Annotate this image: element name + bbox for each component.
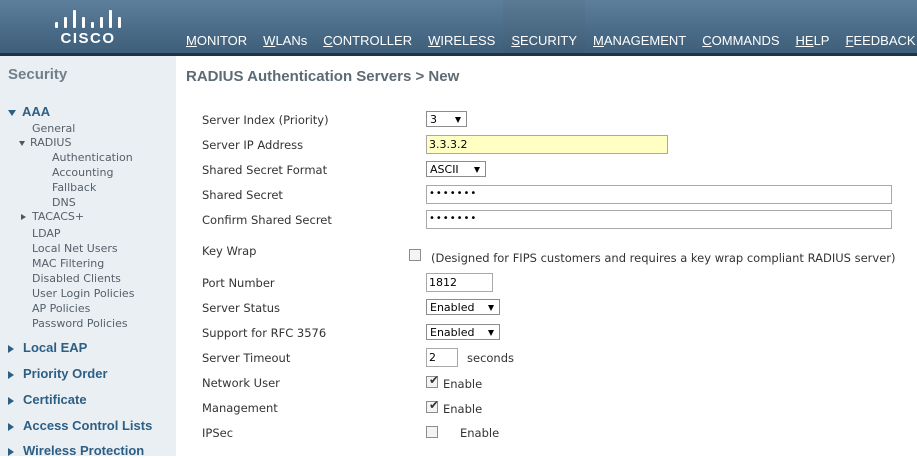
sidebar-item-local-eap[interactable]: Local EAP bbox=[8, 340, 87, 355]
nav-feedback[interactable]: F EEDBACK bbox=[837, 0, 917, 56]
server-index-select[interactable]: 3 bbox=[426, 111, 467, 127]
nav-monitor[interactable]: M ONITOR bbox=[178, 0, 255, 56]
top-nav: M ONITOR W LANs C ONTROLLER W IRELESS S ECURI… bbox=[178, 0, 917, 56]
nav-help[interactable]: HE LP bbox=[788, 0, 838, 56]
key-wrap-note: (Designed for FIPS customers and require… bbox=[431, 251, 896, 265]
dropdown-arrow-icon bbox=[488, 305, 494, 311]
key-wrap-label: Key Wrap bbox=[202, 244, 257, 258]
sidebar-item-priority-order[interactable]: Priority Order bbox=[8, 366, 108, 381]
sidebar-item-general[interactable]: General bbox=[32, 122, 75, 135]
check-icon: ✔ bbox=[429, 373, 440, 387]
dropdown-arrow-icon bbox=[455, 117, 461, 123]
sidebar-item-aaa[interactable]: AAA bbox=[8, 104, 50, 119]
check-icon: ✔ bbox=[429, 398, 440, 412]
ipsec-checkbox[interactable] bbox=[426, 426, 438, 438]
sidebar-item-tacacs[interactable]: TACACS+ bbox=[21, 210, 84, 223]
sidebar-item-mac-filtering[interactable]: MAC Filtering bbox=[32, 257, 104, 270]
sidebar-item-local-net-users[interactable]: Local Net Users bbox=[32, 242, 118, 255]
caret-right-icon bbox=[21, 214, 26, 220]
server-ip-label: Server IP Address bbox=[202, 138, 304, 152]
server-timeout-input[interactable]: 2 bbox=[426, 348, 458, 367]
key-wrap-checkbox[interactable] bbox=[409, 249, 421, 261]
server-status-select[interactable]: Enabled bbox=[426, 299, 500, 315]
server-ip-input[interactable]: 3.3.3.2 bbox=[426, 135, 668, 154]
secret-format-select[interactable]: ASCII bbox=[426, 161, 486, 177]
nav-management[interactable]: M ANAGEMENT bbox=[585, 0, 694, 56]
confirm-secret-input[interactable]: ••••••• bbox=[426, 210, 892, 229]
ipsec-enable-text: Enable bbox=[460, 426, 500, 440]
sidebar-item-certificate[interactable]: Certificate bbox=[8, 392, 87, 407]
network-user-enable-text: Enable bbox=[443, 377, 483, 391]
nav-commands[interactable]: C OMMANDS bbox=[694, 0, 787, 56]
management-checkbox[interactable]: ✔ bbox=[426, 398, 440, 413]
caret-down-icon bbox=[8, 109, 16, 116]
dropdown-arrow-icon bbox=[474, 167, 480, 173]
caret-right-icon bbox=[8, 447, 14, 456]
rfc-3576-label: Support for RFC 3576 bbox=[202, 326, 327, 340]
caret-right-icon bbox=[8, 422, 14, 431]
dropdown-arrow-icon bbox=[488, 330, 494, 336]
sidebar-item-accounting[interactable]: Accounting bbox=[52, 166, 113, 179]
caret-right-icon bbox=[8, 396, 14, 405]
caret-right-icon bbox=[8, 370, 14, 379]
nav-wireless[interactable]: W IRELESS bbox=[420, 0, 503, 56]
page-title: RADIUS Authentication Servers > New bbox=[186, 68, 460, 85]
sidebar-item-password-policies[interactable]: Password Policies bbox=[32, 317, 128, 330]
rfc-3576-select[interactable]: Enabled bbox=[426, 324, 500, 340]
sidebar-item-disabled-clients[interactable]: Disabled Clients bbox=[32, 272, 121, 285]
server-timeout-label: Server Timeout bbox=[202, 351, 291, 365]
network-user-checkbox[interactable]: ✔ bbox=[426, 373, 440, 388]
sidebar-item-ldap[interactable]: LDAP bbox=[32, 227, 61, 240]
top-header: CISCO M ONITOR W LANs C ONTROLLER W IRELESS … bbox=[0, 0, 917, 56]
server-index-label: Server Index (Priority) bbox=[202, 113, 329, 127]
management-enable-text: Enable bbox=[443, 402, 483, 416]
network-user-label: Network User bbox=[202, 376, 280, 390]
cisco-logo: CISCO bbox=[48, 8, 128, 48]
sidebar-item-user-login-policies[interactable]: User Login Policies bbox=[32, 287, 134, 300]
shared-secret-label: Shared Secret bbox=[202, 188, 283, 202]
sidebar-item-authentication[interactable]: Authentication bbox=[52, 151, 133, 164]
sidebar: Security AAA General RADIUS Authenticati… bbox=[0, 56, 176, 458]
caret-right-icon bbox=[8, 344, 14, 353]
sidebar-item-radius[interactable]: RADIUS bbox=[19, 136, 71, 149]
sidebar-title: Security bbox=[8, 66, 68, 83]
cisco-bars-icon bbox=[53, 8, 123, 28]
sidebar-item-fallback[interactable]: Fallback bbox=[52, 181, 96, 194]
secret-format-label: Shared Secret Format bbox=[202, 163, 328, 177]
port-number-label: Port Number bbox=[202, 276, 275, 290]
sidebar-item-ap-policies[interactable]: AP Policies bbox=[32, 302, 90, 315]
timeout-unit: seconds bbox=[467, 351, 515, 365]
logo-text: CISCO bbox=[60, 30, 116, 47]
confirm-secret-label: Confirm Shared Secret bbox=[202, 213, 332, 227]
caret-down-icon bbox=[19, 140, 25, 146]
sidebar-item-dns[interactable]: DNS bbox=[52, 196, 76, 209]
shared-secret-input[interactable]: ••••••• bbox=[426, 185, 892, 204]
nav-security[interactable]: S ECURITY bbox=[503, 0, 586, 56]
nav-wlans[interactable]: W LANs bbox=[255, 0, 315, 56]
server-status-label: Server Status bbox=[202, 301, 281, 315]
nav-controller[interactable]: C ONTROLLER bbox=[315, 0, 420, 56]
management-label: Management bbox=[202, 401, 278, 415]
ipsec-label: IPSec bbox=[202, 426, 234, 440]
main-content: RADIUS Authentication Servers > New Serv… bbox=[176, 56, 917, 456]
sidebar-item-access-control-lists[interactable]: Access Control Lists bbox=[8, 418, 152, 433]
port-number-input[interactable]: 1812 bbox=[426, 273, 493, 292]
